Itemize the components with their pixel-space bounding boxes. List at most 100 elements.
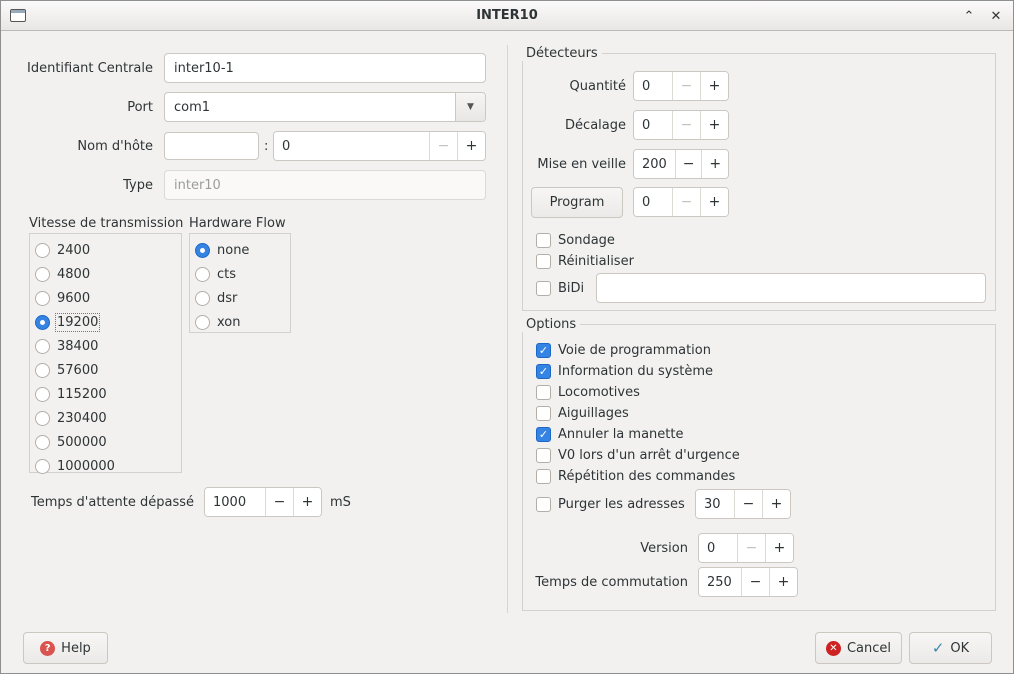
radio-icon[interactable] (35, 267, 50, 282)
baud-option[interactable]: 4800 (35, 262, 90, 286)
baud-option[interactable]: 9600 (35, 286, 90, 310)
checkbox-icon[interactable]: ✓ (536, 406, 551, 421)
decalage-value[interactable]: 0 (634, 111, 672, 139)
type-input: inter10 (164, 170, 486, 200)
purger-value[interactable]: 30 (696, 490, 734, 518)
cancel-button[interactable]: ✕ Cancel (815, 632, 902, 664)
checkbox-checked-icon[interactable]: ✓ (536, 427, 551, 442)
radio-icon[interactable] (35, 363, 50, 378)
spin-down-button[interactable]: − (265, 488, 293, 516)
checkbox-icon[interactable]: ✓ (536, 385, 551, 400)
radio-selected-icon[interactable] (35, 315, 50, 330)
commutation-spinner[interactable]: 250 − + (698, 567, 798, 597)
spin-up-button[interactable]: + (457, 132, 485, 160)
spin-down-button[interactable]: − (675, 150, 702, 178)
baud-option[interactable]: 230400 (35, 406, 107, 430)
option-v0-arret-urgence[interactable]: ✓ V0 lors d'un arrêt d'urgence (536, 447, 740, 464)
program-spinner[interactable]: 0 − + (633, 187, 729, 217)
baud-option-label: 230400 (57, 411, 107, 426)
version-spinner[interactable]: 0 − + (698, 533, 794, 563)
radio-icon[interactable] (35, 459, 50, 474)
baud-option[interactable]: 57600 (35, 358, 98, 382)
checkbox-icon[interactable]: ✓ (536, 281, 551, 296)
radio-icon[interactable] (35, 411, 50, 426)
option-locomotives[interactable]: ✓ Locomotives (536, 384, 640, 401)
spin-down-button[interactable]: − (734, 490, 762, 518)
baud-option[interactable]: 500000 (35, 430, 107, 454)
bidi-input[interactable] (596, 273, 986, 303)
reinitialiser-checkbox[interactable]: ✓ Réinitialiser (536, 253, 634, 270)
flow-option[interactable]: dsr (195, 286, 237, 310)
radio-icon[interactable] (35, 387, 50, 402)
commutation-value[interactable]: 250 (699, 568, 741, 596)
program-button[interactable]: Program (531, 187, 623, 218)
chevron-down-icon[interactable]: ▼ (455, 93, 485, 121)
spin-up-button[interactable]: + (762, 490, 790, 518)
quantite-value[interactable]: 0 (634, 72, 672, 100)
host-input[interactable] (164, 132, 259, 160)
help-button[interactable]: ? Help (23, 632, 108, 664)
identifiant-input[interactable]: inter10-1 (164, 53, 486, 83)
close-button[interactable]: ✕ (984, 4, 1008, 28)
radio-icon[interactable] (35, 435, 50, 450)
spin-down-button[interactable]: − (429, 132, 457, 160)
option-aiguillages[interactable]: ✓ Aiguillages (536, 405, 629, 422)
radio-selected-icon[interactable] (195, 243, 210, 258)
checkbox-checked-icon[interactable]: ✓ (536, 343, 551, 358)
radio-icon[interactable] (195, 291, 210, 306)
spin-up-button[interactable]: + (701, 150, 728, 178)
checkbox-icon[interactable]: ✓ (536, 469, 551, 484)
option-voie-programmation[interactable]: ✓ Voie de programmation (536, 342, 711, 359)
veille-spinner[interactable]: 200 − + (633, 149, 729, 179)
timeout-value[interactable]: 1000 (205, 488, 265, 516)
bidi-checkbox[interactable]: ✓ BiDi (536, 280, 584, 297)
radio-icon[interactable] (35, 339, 50, 354)
spin-up-button[interactable]: + (769, 568, 797, 596)
decalage-spinner[interactable]: 0 − + (633, 110, 729, 140)
checkbox-icon[interactable]: ✓ (536, 497, 551, 512)
spin-down-button[interactable]: − (737, 534, 765, 562)
host-port-value[interactable]: 0 (274, 132, 429, 160)
purger-checkbox[interactable]: ✓ Purger les adresses (536, 496, 685, 513)
baud-option[interactable]: 2400 (35, 238, 90, 262)
spin-down-button[interactable]: − (672, 111, 700, 139)
flow-option[interactable]: cts (195, 262, 236, 286)
checkbox-icon[interactable]: ✓ (536, 254, 551, 269)
flow-option[interactable]: xon (195, 310, 241, 334)
baud-option[interactable]: 115200 (35, 382, 107, 406)
baud-option[interactable]: 1000000 (35, 454, 115, 478)
purger-spinner[interactable]: 30 − + (695, 489, 791, 519)
checkbox-icon[interactable]: ✓ (536, 233, 551, 248)
radio-icon[interactable] (35, 243, 50, 258)
checkbox-icon[interactable]: ✓ (536, 448, 551, 463)
version-value[interactable]: 0 (699, 534, 737, 562)
spin-up-button[interactable]: + (700, 188, 728, 216)
timeout-spinner[interactable]: 1000 − + (204, 487, 322, 517)
spin-up-button[interactable]: + (700, 72, 728, 100)
quantite-spinner[interactable]: 0 − + (633, 71, 729, 101)
veille-value[interactable]: 200 (634, 150, 675, 178)
ok-button[interactable]: ✓ OK (909, 632, 992, 664)
option-information-systeme[interactable]: ✓ Information du système (536, 363, 713, 380)
port-combobox[interactable]: com1 ▼ (164, 92, 486, 122)
sondage-checkbox[interactable]: ✓ Sondage (536, 232, 615, 249)
spin-up-button[interactable]: + (765, 534, 793, 562)
spin-down-button[interactable]: − (672, 72, 700, 100)
spin-down-button[interactable]: − (672, 188, 700, 216)
radio-icon[interactable] (35, 291, 50, 306)
flow-option-selected[interactable]: none (195, 238, 249, 262)
radio-icon[interactable] (195, 267, 210, 282)
option-annuler-manette[interactable]: ✓ Annuler la manette (536, 426, 683, 443)
shade-button[interactable]: ⌃ (957, 4, 981, 28)
spin-up-button[interactable]: + (293, 488, 321, 516)
baud-option-selected[interactable]: 19200 (35, 310, 98, 334)
baud-option[interactable]: 38400 (35, 334, 98, 358)
radio-icon[interactable] (195, 315, 210, 330)
checkbox-checked-icon[interactable]: ✓ (536, 364, 551, 379)
program-value[interactable]: 0 (634, 188, 672, 216)
host-port-spinner[interactable]: 0 − + (273, 131, 486, 161)
option-repetition-commandes[interactable]: ✓ Répétition des commandes (536, 468, 735, 485)
spin-up-button[interactable]: + (700, 111, 728, 139)
timeout-unit: mS (330, 487, 351, 517)
spin-down-button[interactable]: − (741, 568, 769, 596)
